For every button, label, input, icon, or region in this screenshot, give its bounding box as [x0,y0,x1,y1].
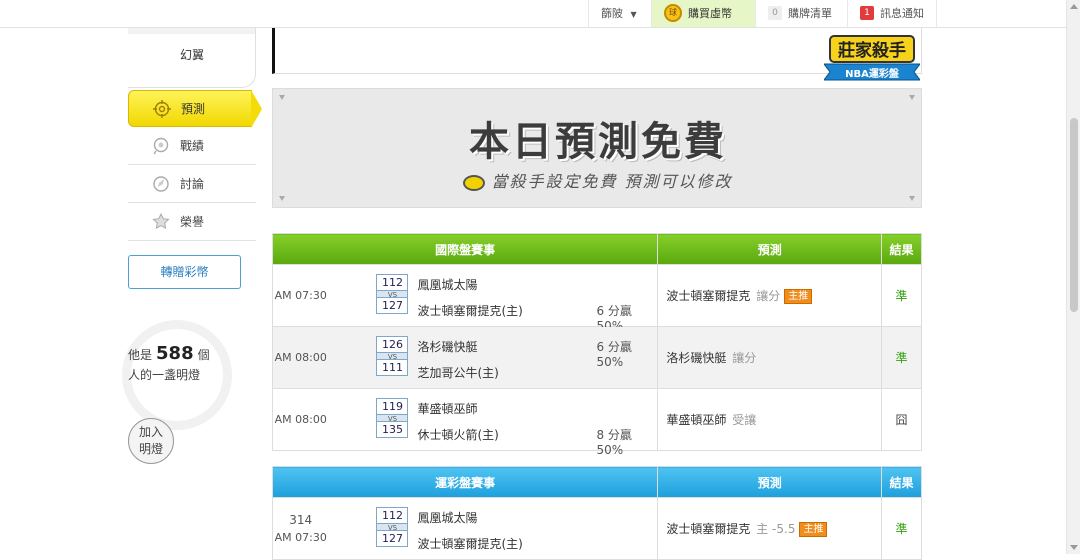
header-games: 運彩盤賽事 [271,466,659,498]
scroll-down-icon[interactable] [1070,545,1078,550]
team-away: 鳳凰城太陽 [417,511,478,525]
free-prediction-box: 本日預測免費 當殺手設定免費 預測可以修改 [272,88,922,208]
team-away: 洛杉磯快艇 [417,340,478,354]
message-label: 訊息通知 [880,7,924,20]
sidebar-item-discuss[interactable]: 討論 [128,166,256,203]
record-icon [153,137,169,155]
sidebar-item-label: 戰績 [180,139,205,153]
table-row[interactable]: 314 AM 07:30 112 VS 127 鳳凰城太陽 波士頓塞爾提克(主) 波… [272,497,922,560]
pred-team: 華盛頓巫師 [666,413,727,427]
score-box: 112 VS 127 [376,507,409,547]
game-time: AM 07:30 [274,530,327,544]
sidebar-item-record[interactable]: 戰績 [128,128,256,165]
header-games: 國際盤賽事 [271,233,659,265]
table-header: 運彩盤賽事 預測 結果 [271,466,922,498]
top-bar: 篩陂 ▼ 球購買虛幣 0 購牌清單 1 訊息通知 [0,0,1080,28]
badge-title: 莊家殺手 [838,40,906,61]
score-box: 126 VS 111 [376,336,409,376]
scroll-up-icon[interactable] [1070,4,1078,9]
team-home: 休士頓火箭(主) [417,428,499,442]
join-label-1: 加入 [138,425,163,439]
sidebar-item-honor[interactable]: 榮譽 [128,204,256,241]
sidebar: 幻翼 預測 戰績 討論 榮譽 轉贈彩幣 他是 588 個 人的一盞明燈 加入 明燈 [122,28,262,554]
team-away: 鳳凰城太陽 [417,278,478,292]
team-home: 波士頓塞爾提克(主) [417,304,523,318]
lottery-games-table: 運彩盤賽事 預測 結果 314 AM 07:30 112 VS 127 鳳凰城太陽 … [271,466,922,560]
filter-label: 篩陂 [601,7,623,20]
cart-label: 購牌清單 [788,7,832,20]
table-row[interactable]: AM 07:30 112VS127 鳳凰城太陽 波士頓塞爾提克(主) 6 分贏5… [272,264,922,333]
pred-type: 受讓 [732,413,757,427]
killer-badge-logo: 莊家殺手 NBA運彩盤 [824,35,920,81]
team-home: 波士頓塞爾提克(主) [417,537,523,551]
header-result: 結果 [881,233,922,265]
table-row[interactable]: AM 08:00 119 VS 135 華盛頓巫師 休士頓火箭(主) 8 分贏50%… [272,388,922,457]
sidebar-item-predict[interactable]: 預測 [128,90,262,128]
free-title: 本日預測免費 [469,119,727,165]
buy-coin-label: 購買虛幣 [688,7,732,20]
lamp-prefix: 他是 [128,348,153,362]
gift-coin-button[interactable]: 轉贈彩幣 [128,255,241,289]
pred-type: 主 -5.5 [756,522,796,536]
buy-coin-button[interactable]: 球購買虛幣 [651,0,755,27]
chevron-down-icon: ▼ [630,10,637,19]
main-pick-badge: 主推 [784,289,813,304]
table-row[interactable]: AM 08:00 126 VS 111 洛杉磯快艇 芝加哥公牛(主) 6 分贏50%… [272,326,922,389]
message-button[interactable]: 1 訊息通知 [847,0,937,27]
lamp-unit: 個 [197,348,210,362]
header-prediction: 預測 [657,233,883,265]
user-card: 幻翼 [128,28,256,88]
cart-count-badge: 0 [768,6,782,20]
lamp-count: 588 [156,343,194,364]
result-badge: 囧 [881,388,922,451]
cart-button[interactable]: 0 購牌清單 [755,0,847,27]
game-time: AM 08:00 [272,326,329,389]
join-lamp-button[interactable]: 加入 明燈 [128,418,174,464]
badge-subtitle: NBA運彩盤 [845,67,900,80]
lamp-suffix: 人的一盞明燈 [128,368,201,382]
pred-type: 讓分 [756,289,781,303]
discuss-icon [153,176,169,192]
scrollbar-thumb[interactable] [1070,118,1078,312]
lamp-icon [463,174,486,191]
odds-text: 8 分贏50% [596,428,632,457]
pred-team: 洛杉磯快艇 [666,351,727,365]
sidebar-item-label: 榮譽 [180,215,205,229]
free-subtitle: 當殺手設定免費 預測可以修改 [491,172,733,191]
result-badge: 準 [881,497,922,560]
user-name: 幻翼 [179,48,204,62]
pred-type: 讓分 [732,351,757,365]
filter-dropdown[interactable]: 篩陂 ▼ [588,0,651,27]
header-prediction: 預測 [657,466,883,498]
crosshair-icon [153,100,171,118]
intl-games-table: 國際盤賽事 預測 結果 AM 07:30 112 VS 127 鳳凰城太陽 波士頓塞… [271,233,922,457]
header-result: 結果 [881,466,922,498]
game-number: 314 [289,512,313,527]
sidebar-item-label: 預測 [181,102,206,116]
table-header: 國際盤賽事 預測 結果 [271,233,922,265]
pred-team: 波士頓塞爾提克 [666,522,751,536]
message-count-badge: 1 [860,6,874,20]
page-scrollbar[interactable] [1066,0,1080,554]
main-pick-badge: 主推 [799,522,828,537]
coin-icon: 球 [664,4,682,22]
result-badge: 準 [881,326,922,389]
team-home: 芝加哥公牛(主) [417,366,499,380]
game-time: AM 08:00 [272,388,329,451]
game-time: AM 07:30 [272,264,329,327]
team-away: 華盛頓巫師 [417,402,478,416]
odds-text: 6 分贏50% [596,340,632,369]
result-badge: 準 [881,264,922,327]
score-box: 112 VS 127 [376,274,409,314]
medal-icon [152,213,170,230]
join-label-2: 明燈 [138,442,163,456]
score-box: 119 VS 135 [376,398,409,438]
sidebar-item-label: 討論 [180,177,205,191]
pred-team: 波士頓塞爾提克 [666,289,751,303]
